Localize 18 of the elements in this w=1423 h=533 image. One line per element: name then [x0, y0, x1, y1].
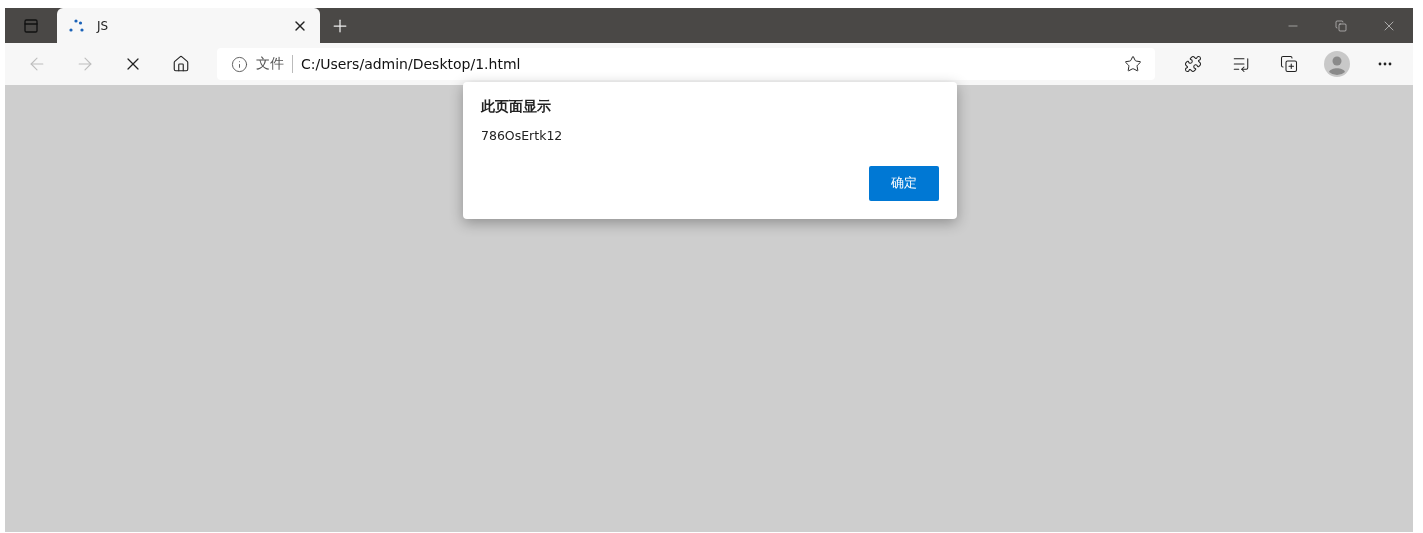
house-icon	[172, 55, 190, 73]
window-icon	[23, 17, 39, 34]
security-label: 文件	[256, 55, 284, 73]
avatar-icon	[1324, 51, 1350, 77]
restore-icon	[1335, 20, 1347, 32]
more-icon	[1378, 62, 1392, 66]
star-icon	[1124, 55, 1142, 73]
dialog-message: 786OsErtk12	[481, 128, 564, 143]
dialog-title: 此页面显示	[481, 98, 552, 116]
tab-title: JS	[97, 18, 110, 33]
list-icon	[1232, 55, 1250, 73]
info-icon	[231, 55, 248, 73]
browser-tab[interactable]: JS	[57, 8, 320, 43]
url-text: C:/Users/admin/Desktop/1.html	[301, 56, 522, 72]
collections-icon	[1280, 55, 1298, 73]
puzzle-icon	[1184, 55, 1202, 73]
ok-button[interactable]: 确定	[869, 166, 939, 201]
address-field[interactable]: 文件 C:/Users/admin/Desktop/1.html	[217, 48, 1155, 80]
